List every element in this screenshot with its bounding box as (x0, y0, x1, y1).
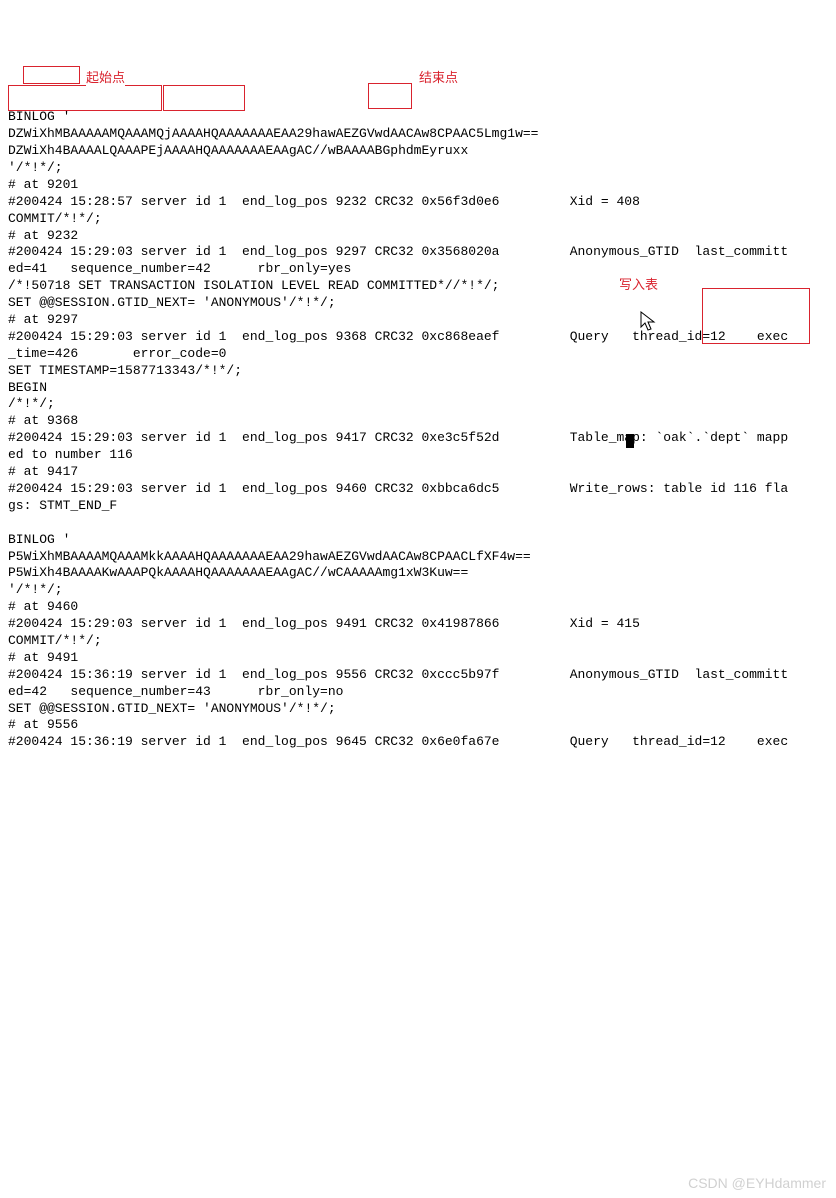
log-line: #200424 15:29:03 server id 1 end_log_pos… (8, 481, 788, 496)
highlight-box-table-names (702, 288, 810, 344)
log-line: COMMIT/*!*/; (8, 633, 102, 648)
highlight-box-end-log-pos (368, 83, 412, 109)
log-line: # at 9201 (8, 177, 78, 192)
log-line: # at 9491 (8, 650, 78, 665)
log-line: #200424 15:29:03 server id 1 end_log_pos… (8, 430, 788, 445)
log-line: # at 9417 (8, 464, 78, 479)
log-line: P5WiXh4BAAAAKwAAAPQkAAAAHQAAAAAAAEAAgAC/… (8, 565, 468, 580)
log-line: ed=42 sequence_number=43 rbr_only=no (8, 684, 343, 699)
log-line: #200424 15:36:19 server id 1 end_log_pos… (8, 667, 788, 682)
log-line: /*!*/; (8, 396, 55, 411)
log-content: BINLOG ' DZWiXhMBAAAAAMQAAAMQjAAAAHQAAAA… (8, 92, 828, 751)
log-line: ed to number 116 (8, 447, 133, 462)
log-line: # at 9368 (8, 413, 78, 428)
log-line: #200424 15:36:19 server id 1 end_log_pos… (8, 734, 788, 749)
text-caret-block (626, 434, 634, 448)
log-line: '/*!*/; (8, 582, 63, 597)
watermark-text: CSDN @EYHdammer (688, 1174, 826, 1192)
log-line: SET @@SESSION.GTID_NEXT= 'ANONYMOUS'/*!*… (8, 295, 336, 310)
log-line: BEGIN (8, 380, 47, 395)
log-line: COMMIT/*!*/; (8, 211, 102, 226)
log-line: # at 9232 (8, 228, 78, 243)
log-line: # at 9460 (8, 599, 78, 614)
log-line: _time=426 error_code=0 (8, 346, 226, 361)
log-line: #200424 15:29:03 server id 1 end_log_pos… (8, 329, 788, 344)
log-line: BINLOG ' (8, 532, 70, 547)
highlight-box-server-id (163, 85, 245, 111)
annotation-start-point: 起始点 (86, 70, 125, 87)
log-line: DZWiXh4BAAAALQAAAPEjAAAAHQAAAAAAAEAAgAC/… (8, 143, 468, 158)
annotation-write-table: 写入表 (619, 277, 658, 294)
log-line: '/*!*/; (8, 160, 63, 175)
highlight-box-timestamp (8, 85, 162, 111)
log-line: DZWiXhMBAAAAAMQAAAMQjAAAAHQAAAAAAAEAA29h… (8, 126, 539, 141)
log-line: #200424 15:29:03 server id 1 end_log_pos… (8, 244, 788, 259)
log-line: gs: STMT_END_F (8, 498, 117, 513)
log-line: P5WiXhMBAAAAMQAAAMkkAAAAHQAAAAAAAEAA29ha… (8, 549, 531, 564)
mouse-cursor-icon (624, 294, 658, 339)
log-line: # at 9556 (8, 717, 78, 732)
log-line: ed=41 sequence_number=42 rbr_only=yes (8, 261, 351, 276)
log-line: /*!50718 SET TRANSACTION ISOLATION LEVEL… (8, 278, 499, 293)
log-line: #200424 15:29:03 server id 1 end_log_pos… (8, 616, 640, 631)
highlight-box-at-9201 (23, 66, 80, 84)
log-line: # at 9297 (8, 312, 78, 327)
log-line: SET TIMESTAMP=1587713343/*!*/; (8, 363, 242, 378)
annotation-end-point: 结束点 (419, 70, 458, 87)
log-line: BINLOG ' (8, 109, 70, 124)
log-line: SET @@SESSION.GTID_NEXT= 'ANONYMOUS'/*!*… (8, 701, 336, 716)
log-line: #200424 15:28:57 server id 1 end_log_pos… (8, 194, 640, 209)
